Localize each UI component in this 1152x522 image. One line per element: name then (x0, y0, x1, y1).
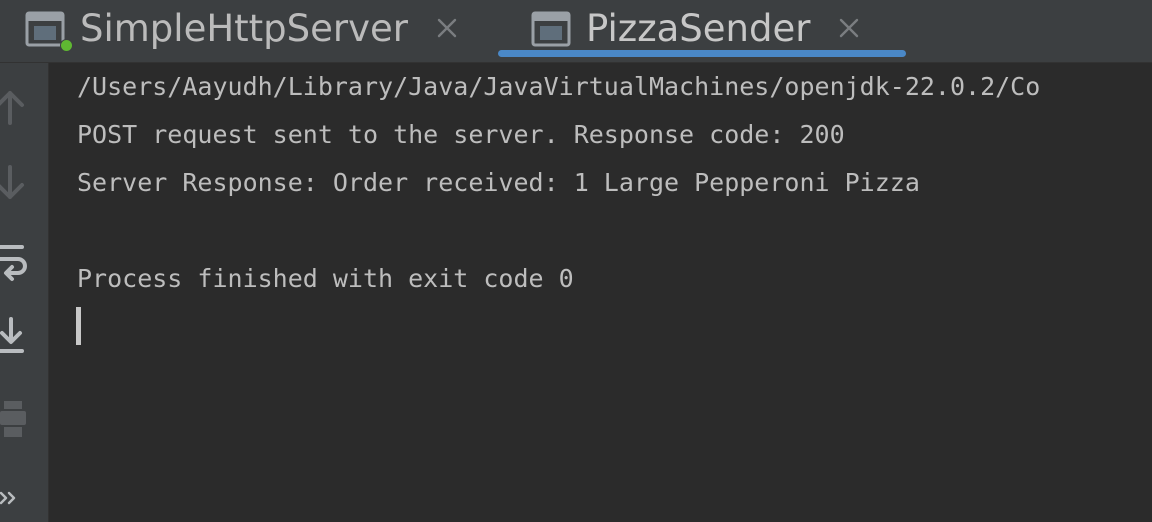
console-line: /Users/Aayudh/Library/Java/JavaVirtualMa… (77, 72, 1041, 101)
console-output[interactable]: /Users/Aayudh/Library/Java/JavaVirtualMa… (49, 63, 1152, 522)
soft-wrap-icon[interactable] (0, 241, 30, 285)
print-icon[interactable] (0, 397, 30, 441)
active-tab-indicator (498, 50, 906, 57)
console-toolbar (0, 63, 49, 522)
scroll-to-end-icon[interactable] (0, 315, 30, 359)
console-window-icon (24, 10, 73, 52)
tab-simplehttpserver[interactable]: SimpleHttpServer (24, 0, 460, 60)
console-line: POST request sent to the server. Respons… (77, 120, 845, 149)
console-window-icon (530, 10, 572, 50)
console-line: Process finished with exit code 0 (77, 264, 574, 293)
text-caret (76, 307, 81, 345)
scroll-up-icon[interactable] (0, 85, 30, 129)
run-tab-bar: SimpleHttpServer PizzaSender (0, 0, 1152, 63)
more-icon[interactable] (0, 477, 30, 521)
run-tool-window: SimpleHttpServer PizzaSender /Users/Aayu… (0, 0, 1152, 522)
console-line: Server Response: Order received: 1 Large… (77, 168, 920, 197)
tab-label: PizzaSender (586, 6, 811, 50)
close-icon[interactable] (836, 15, 862, 41)
tab-label: SimpleHttpServer (80, 6, 408, 50)
close-icon[interactable] (434, 15, 460, 41)
scroll-down-icon[interactable] (0, 161, 30, 205)
running-indicator-icon (60, 39, 73, 52)
